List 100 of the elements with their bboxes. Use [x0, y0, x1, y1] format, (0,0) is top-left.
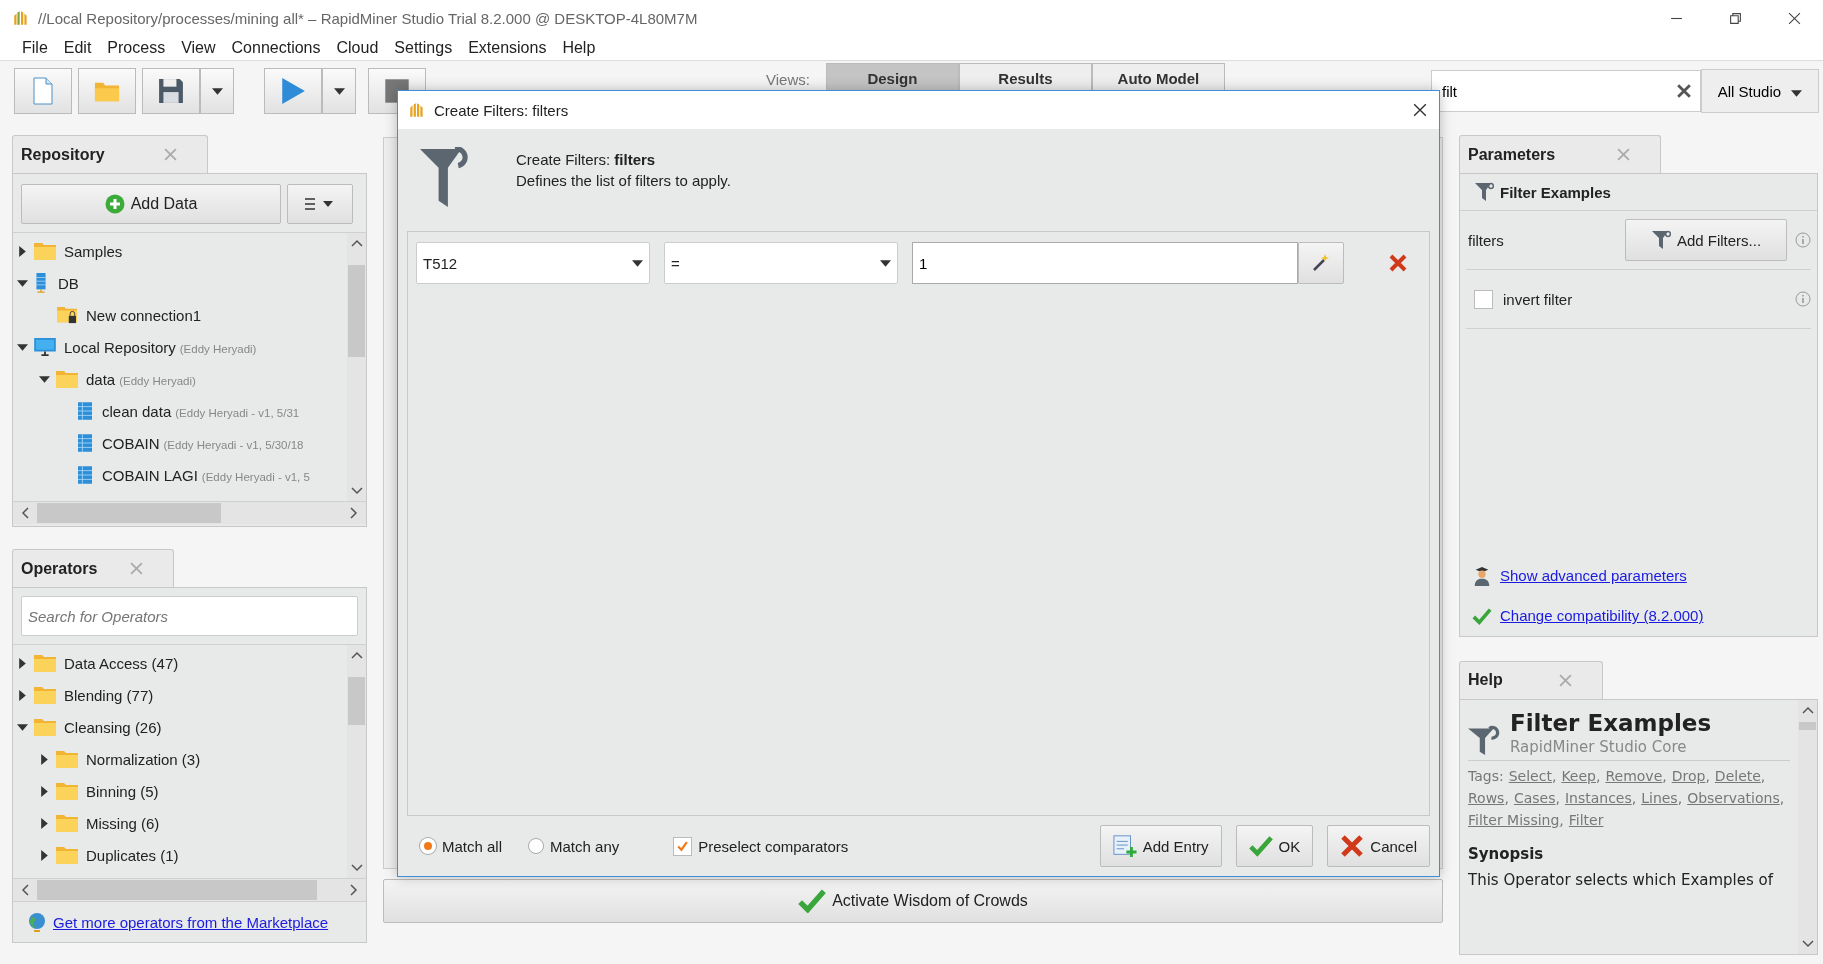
- scroll-down-icon[interactable]: [1801, 940, 1814, 948]
- tree-toggle[interactable]: [17, 245, 28, 257]
- tree-toggle[interactable]: [39, 373, 50, 385]
- tag-link[interactable]: Observations: [1687, 786, 1780, 809]
- scroll-up-icon[interactable]: [1801, 705, 1814, 714]
- play-icon: [280, 77, 306, 105]
- tree-toggle[interactable]: [17, 341, 28, 353]
- comparator-dropdown[interactable]: =: [664, 242, 898, 284]
- restore-icon[interactable]: [1729, 11, 1742, 25]
- scrollbar-thumb[interactable]: [37, 503, 221, 523]
- scroll-right-icon[interactable]: [350, 884, 358, 896]
- scroll-right-icon[interactable]: [350, 507, 358, 519]
- add-filters-button[interactable]: Add Filters...: [1625, 219, 1787, 261]
- radio-button[interactable]: Match any: [528, 837, 620, 855]
- tree-item[interactable]: Binning (5): [86, 782, 159, 800]
- tree-toggle[interactable]: [39, 753, 50, 765]
- marketplace-link[interactable]: Get more operators from the Marketplace: [53, 913, 329, 931]
- scrollbar-thumb[interactable]: [37, 880, 317, 900]
- menu-item[interactable]: Edit: [55, 39, 100, 57]
- close-icon[interactable]: [1413, 103, 1427, 117]
- search-field[interactable]: Search for Operators: [21, 596, 358, 636]
- panel-tab[interactable]: Operators: [12, 549, 174, 587]
- tree-toggle[interactable]: [17, 721, 28, 733]
- panel-tab[interactable]: Help: [1459, 660, 1603, 699]
- tree-toggle[interactable]: [17, 689, 28, 701]
- tree-item[interactable]: clean data (Eddy Heryadi - v1, 5/31: [102, 402, 300, 420]
- tree-item[interactable]: Cleansing (26): [64, 718, 162, 736]
- menu-item[interactable]: Extensions: [460, 39, 555, 57]
- checkbox-box[interactable]: [673, 836, 693, 856]
- tag-link[interactable]: Drop: [1671, 764, 1706, 787]
- tag-link[interactable]: Select: [1508, 764, 1552, 787]
- tree-item[interactable]: Normalization (3): [86, 750, 201, 768]
- tag-link[interactable]: Keep: [1561, 764, 1596, 787]
- wisdom-of-crowds-button[interactable]: Activate Wisdom of Crowds: [383, 879, 1443, 923]
- scrollbar-thumb[interactable]: [348, 265, 365, 357]
- scroll-down-icon[interactable]: [350, 487, 363, 495]
- tag-link[interactable]: Filter: [1568, 808, 1604, 831]
- tag-link[interactable]: Remove: [1605, 764, 1663, 787]
- search-field[interactable]: filt: [1431, 70, 1701, 112]
- radio-circle[interactable]: [528, 838, 545, 854]
- menu-item[interactable]: Help: [554, 39, 604, 57]
- tree-toggle[interactable]: [39, 817, 50, 829]
- close-icon[interactable]: [1788, 11, 1801, 25]
- save-button[interactable]: [142, 68, 200, 114]
- run-dropdown-button[interactable]: [322, 68, 356, 114]
- scroll-left-icon[interactable]: [21, 507, 29, 519]
- add-data-button[interactable]: Add Data: [21, 184, 281, 224]
- tree-item[interactable]: Missing (6): [86, 814, 160, 832]
- scrollbar-thumb[interactable]: [1799, 721, 1816, 730]
- radio-button[interactable]: Match all: [420, 837, 503, 855]
- cancel-button[interactable]: Cancel: [1327, 825, 1430, 867]
- tree-item[interactable]: DB: [58, 274, 79, 292]
- tree-toggle[interactable]: [17, 277, 28, 289]
- repository-menu-button[interactable]: [287, 184, 353, 224]
- tree-item[interactable]: Data Access (47): [64, 654, 179, 672]
- tag-link[interactable]: Lines: [1641, 786, 1678, 809]
- tree-toggle[interactable]: [17, 657, 28, 669]
- tag-link[interactable]: Filter Missing: [1468, 808, 1560, 831]
- tag-link[interactable]: Rows: [1468, 786, 1505, 809]
- checkbox[interactable]: Preselect comparators: [673, 836, 849, 856]
- scroll-up-icon[interactable]: [350, 651, 363, 659]
- tag-link[interactable]: Instances: [1564, 786, 1632, 809]
- tree-item[interactable]: COBAIN (Eddy Heryadi - v1, 5/30/18: [102, 434, 304, 452]
- menu-item[interactable]: View: [173, 39, 224, 57]
- scroll-up-icon[interactable]: [350, 239, 363, 247]
- menu-item[interactable]: Settings: [386, 39, 461, 57]
- tree-item[interactable]: Duplicates (1): [86, 846, 179, 864]
- scroll-down-icon[interactable]: [350, 864, 363, 872]
- tree-item[interactable]: Blending (77): [64, 686, 154, 704]
- tree-item[interactable]: Local Repository (Eddy Heryadi): [64, 338, 257, 356]
- menu-item[interactable]: Connections: [223, 39, 329, 57]
- tree-toggle[interactable]: [39, 785, 50, 797]
- clear-icon[interactable]: [1677, 84, 1691, 98]
- help-subtitle: RapidMiner Studio Core: [1510, 737, 1688, 756]
- magic-wand-icon: [1311, 253, 1331, 273]
- advanced-parameters-link[interactable]: Show advanced parameters: [1500, 567, 1687, 585]
- tree-item[interactable]: COBAIN LAGI (Eddy Heryadi - v1, 5: [102, 466, 310, 484]
- panel-tab[interactable]: Parameters: [1459, 135, 1661, 173]
- menu-item[interactable]: Process: [99, 39, 174, 57]
- tag-link[interactable]: Cases: [1513, 786, 1556, 809]
- menu-item[interactable]: Cloud: [328, 39, 387, 57]
- save-dropdown-button[interactable]: [200, 68, 234, 114]
- checkbox[interactable]: [1474, 289, 1493, 309]
- run-button[interactable]: [264, 68, 322, 114]
- add-entry-button[interactable]: Add Entry: [1099, 825, 1222, 867]
- value-field[interactable]: 1: [912, 242, 1298, 284]
- delete-icon[interactable]: [1388, 253, 1408, 273]
- scrollbar-thumb[interactable]: [348, 677, 365, 725]
- tree-item[interactable]: data (Eddy Heryadi): [86, 370, 196, 388]
- tree-item[interactable]: Samples: [64, 242, 123, 260]
- compatibility-link[interactable]: Change compatibility (8.2.000): [1500, 607, 1704, 625]
- attribute-dropdown[interactable]: T512: [416, 242, 650, 284]
- scroll-left-icon[interactable]: [21, 884, 29, 896]
- panel-tab[interactable]: Repository: [12, 135, 208, 173]
- tag-link[interactable]: Delete: [1714, 764, 1761, 787]
- tree-toggle[interactable]: [39, 849, 50, 861]
- menu-item[interactable]: File: [14, 39, 56, 57]
- tree-item[interactable]: New connection1: [86, 306, 202, 324]
- scope-dropdown[interactable]: All Studio: [1701, 69, 1819, 113]
- ok-button[interactable]: OK: [1235, 825, 1314, 867]
